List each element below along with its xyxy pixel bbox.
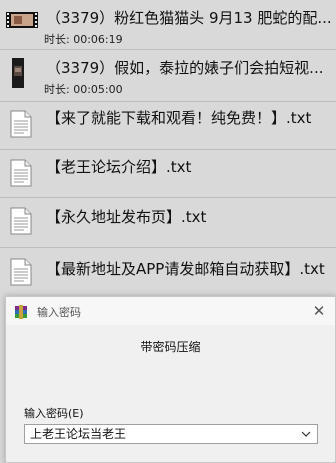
chevron-down-icon[interactable]	[300, 426, 312, 442]
duration-value: 00:06:19	[73, 33, 123, 46]
file-duration: 时长: 00:06:19	[44, 31, 123, 47]
file-name: 【老王论坛介绍】.txt	[46, 158, 192, 176]
close-button[interactable]: ✕	[309, 301, 329, 321]
text-file-icon	[10, 258, 32, 286]
dialog-body: 带密码压缩 输入密码(E) 上老王论坛当老王	[6, 325, 335, 462]
file-name: 【最新地址及APP请发邮箱自动获取】.txt	[46, 260, 325, 278]
list-item[interactable]: 【来了就能下载和观看！纯免费！】.txt	[0, 102, 336, 150]
password-field-label: 输入密码(E)	[24, 407, 84, 420]
password-combobox[interactable]: 上老王论坛当老王	[24, 424, 318, 444]
file-name: （3379）假如，泰拉的婊子们会拍短视...	[46, 59, 324, 77]
dialog-titlebar[interactable]: 输入密码 ✕	[6, 297, 335, 325]
dialog-title: 输入密码	[37, 306, 81, 319]
winrar-icon	[14, 304, 28, 319]
list-item[interactable]: 【老王论坛介绍】.txt	[0, 150, 336, 198]
text-file-icon	[10, 110, 32, 138]
video-thumbnail-icon	[6, 12, 38, 28]
text-file-icon	[10, 207, 32, 235]
video-thumbnail-icon	[12, 58, 24, 92]
list-item[interactable]: （3379）粉红色猫猫头 9月13 肥蛇的配... 时长: 00:06:19	[0, 0, 336, 50]
dialog-heading: 带密码压缩	[140, 340, 201, 354]
list-item[interactable]: 【最新地址及APP请发邮箱自动获取】.txt	[0, 248, 336, 296]
file-name: 【来了就能下载和观看！纯免费！】.txt	[46, 109, 312, 127]
file-name: 【永久地址发布页】.txt	[46, 208, 207, 226]
duration-value: 00:05:00	[73, 83, 123, 96]
file-duration: 时长: 00:05:00	[44, 81, 123, 97]
text-file-icon	[10, 159, 32, 187]
duration-label: 时长:	[44, 83, 70, 96]
password-dialog: 输入密码 ✕ 带密码压缩 输入密码(E) 上老王论坛当老王	[5, 296, 336, 463]
list-item[interactable]: （3379）假如，泰拉的婊子们会拍短视... 时长: 00:05:00	[0, 50, 336, 102]
password-value: 上老王论坛当老王	[30, 427, 127, 441]
duration-label: 时长:	[44, 33, 70, 46]
file-name: （3379）粉红色猫猫头 9月13 肥蛇的配...	[46, 9, 332, 27]
list-item[interactable]: 【永久地址发布页】.txt	[0, 198, 336, 248]
